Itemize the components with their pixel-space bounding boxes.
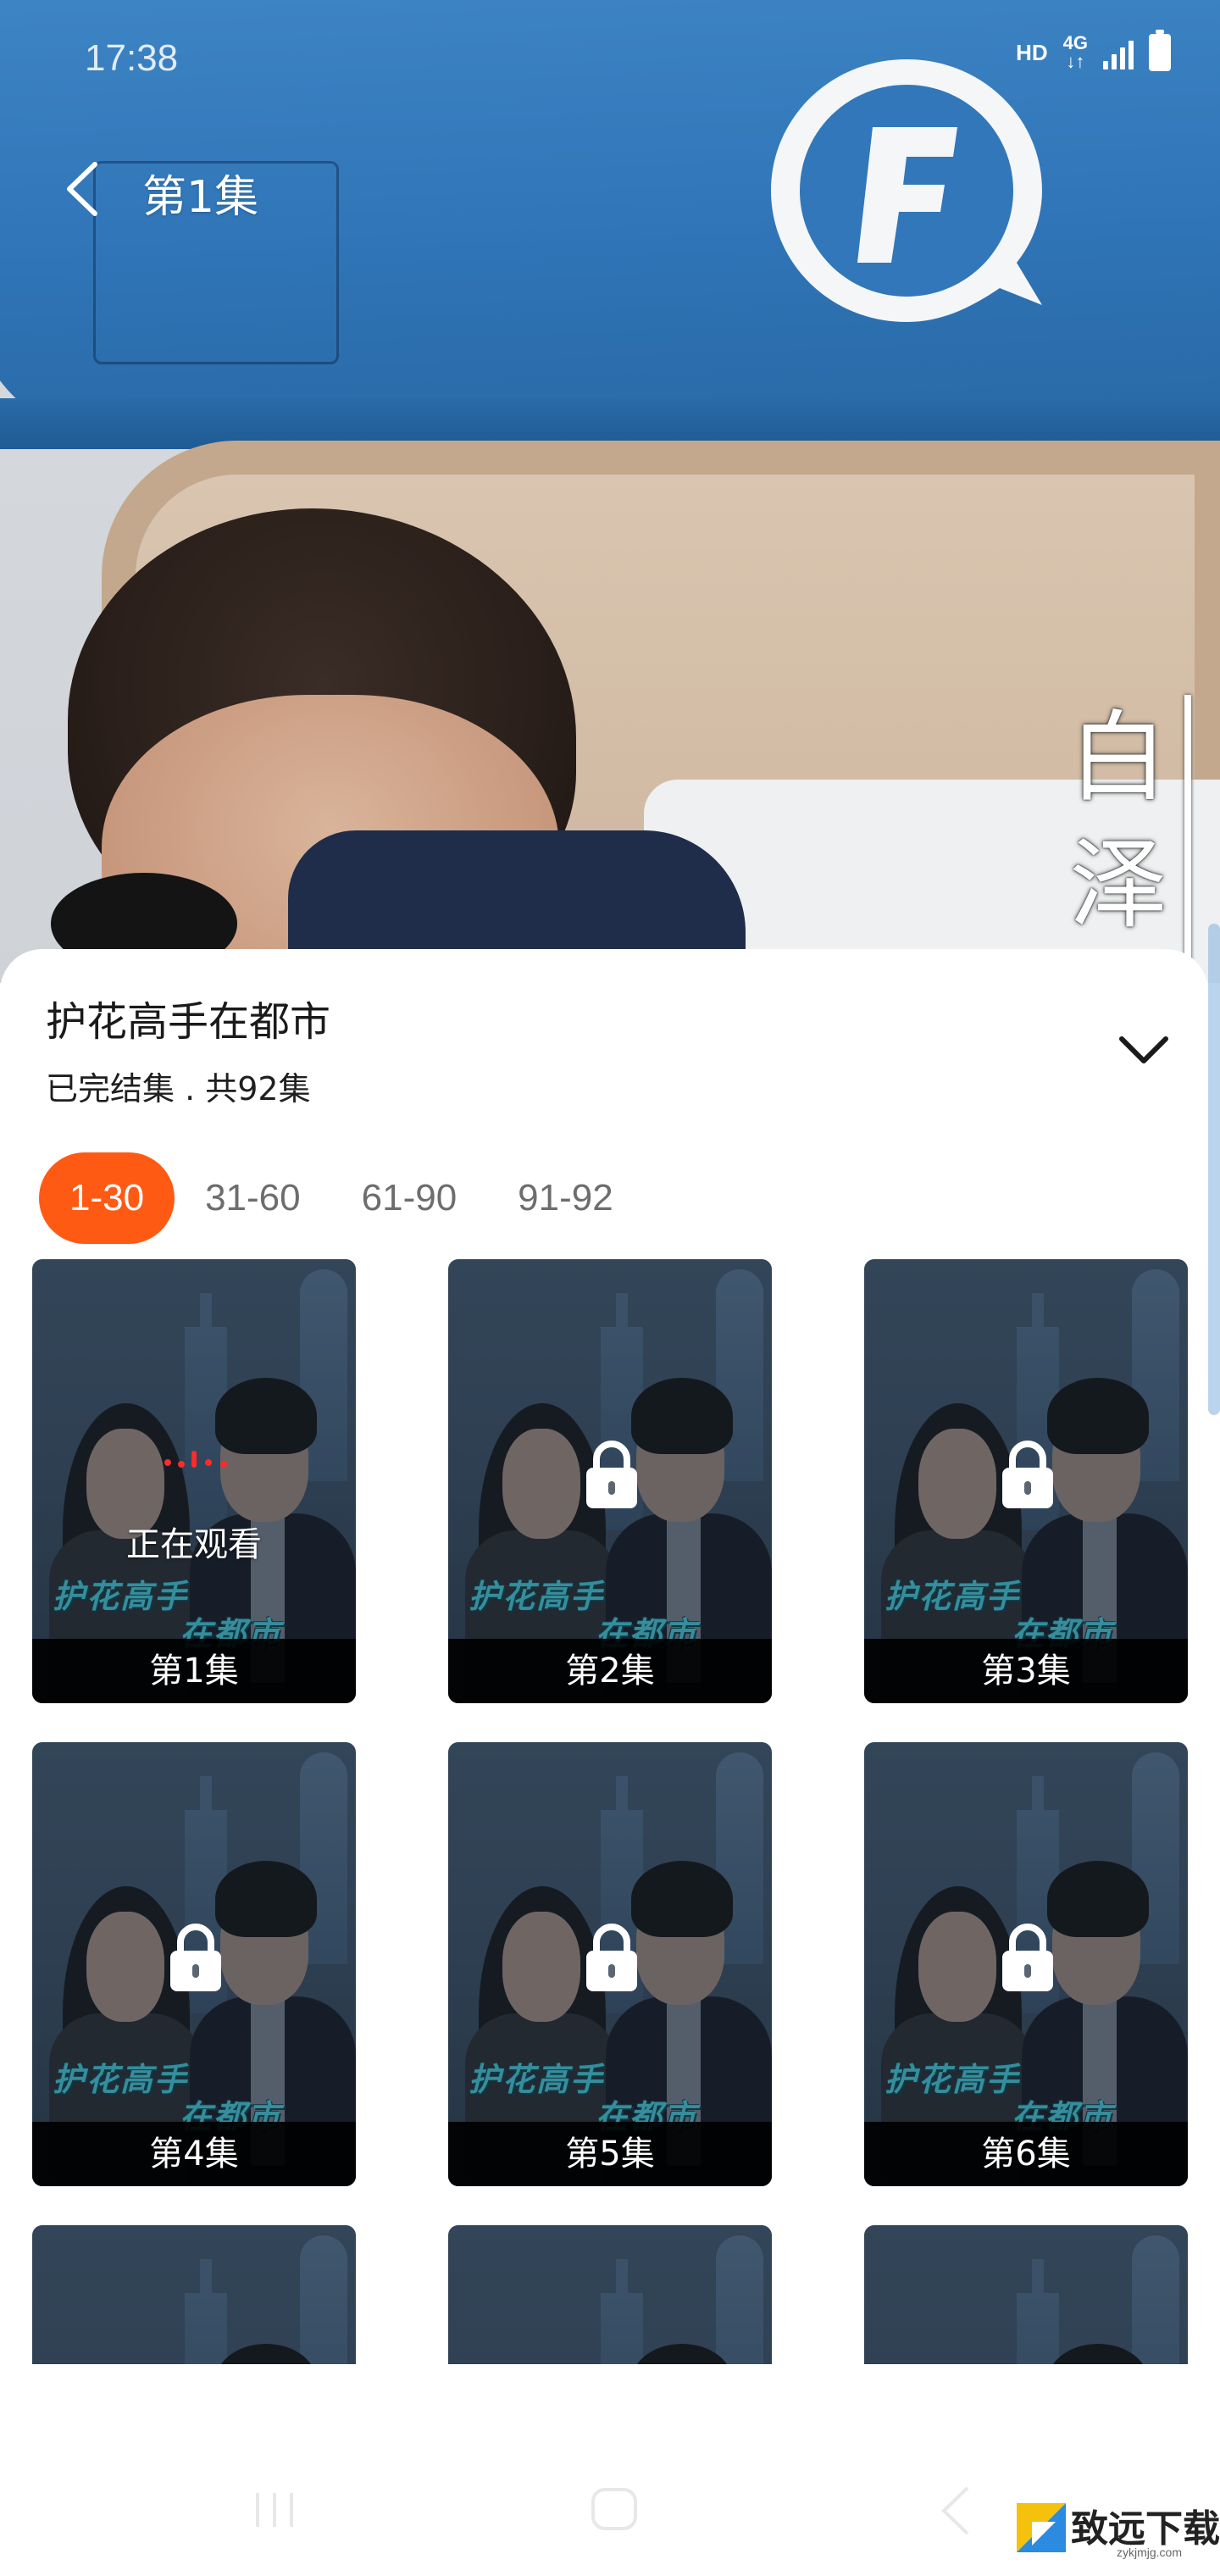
status-time: 17:38	[85, 37, 179, 79]
signal-icon	[1103, 36, 1134, 69]
episode-card[interactable]: 护花高手 在都市 第2集	[448, 1259, 772, 1703]
scroll-indicator[interactable]	[1208, 924, 1220, 1415]
lock-icon	[1002, 1924, 1053, 1991]
episode-label: 第1集	[32, 1639, 356, 1703]
video-side-subtitle: 白 泽	[1069, 701, 1167, 942]
episode-card[interactable]: 护花高手 在都市 第3集	[864, 1259, 1188, 1703]
episode-label: 第2集	[448, 1639, 772, 1703]
episode-label: 第4集	[32, 2122, 356, 2186]
watermark-text: 致远下载	[1071, 2507, 1220, 2551]
video-side-divider	[1184, 695, 1191, 983]
watermark-logo: 致远下载 zykjmjg.com	[1008, 2491, 1220, 2568]
hd-badge: HD	[1016, 39, 1048, 65]
episode-card[interactable]: 护花高手 在都市 正在观看 第1集	[32, 1259, 356, 1703]
network-arrows-icon: ↓↑	[1066, 51, 1085, 72]
episode-label: 第3集	[864, 1639, 1188, 1703]
recent-apps-icon[interactable]	[251, 2490, 302, 2530]
lock-icon	[170, 1924, 221, 1991]
status-icons: HD 4G ↓↑	[1016, 30, 1171, 72]
now-watching-label: 正在观看	[126, 1525, 262, 1564]
episode-sheet: 护花高手在都市 已完结集 . 共92集 1-30 31-60 61-90 91-…	[0, 949, 1208, 2576]
episode-card[interactable]: 护花高手 在都市 第6集	[864, 1742, 1188, 2186]
battery-icon	[1149, 30, 1171, 71]
drama-meta: 已完结集 . 共92集	[46, 1070, 311, 1108]
episode-card[interactable]: 护花高手 在都市 第5集	[448, 1742, 772, 2186]
watermark-url: zykjmjg.com	[1117, 2545, 1183, 2559]
tab-range-91-92[interactable]: 91-92	[487, 1152, 644, 1244]
episode-label: 第6集	[864, 2122, 1188, 2186]
status-bar: 17:38 HD 4G ↓↑	[0, 0, 1220, 119]
nav-back-icon[interactable]	[939, 2484, 973, 2537]
home-icon[interactable]	[588, 2484, 640, 2534]
watermark-icon	[1017, 2503, 1066, 2552]
episode-card[interactable]: 护花高手 在都市 第4集	[32, 1742, 356, 2186]
back-arrow-icon[interactable]	[59, 159, 110, 219]
episode-title: 第1集	[142, 172, 259, 223]
network-type: 4G ↓↑	[1062, 32, 1088, 72]
playing-indicator-icon	[164, 1451, 227, 1468]
tab-range-31-60[interactable]: 31-60	[175, 1152, 331, 1244]
episode-label: 第5集	[448, 2122, 772, 2186]
episode-range-tabs: 1-30 31-60 61-90 91-92	[39, 1152, 644, 1244]
lock-icon	[1002, 1441, 1053, 1508]
video-player[interactable]: 白 泽	[0, 0, 1220, 983]
drama-title: 护花高手在都市	[46, 998, 331, 1046]
chevron-down-icon[interactable]	[1117, 1029, 1171, 1069]
lock-icon	[586, 1924, 637, 1991]
lock-icon	[586, 1441, 637, 1508]
tab-range-61-90[interactable]: 61-90	[331, 1152, 488, 1244]
cover-overlay	[32, 1259, 356, 1703]
tab-range-1-30[interactable]: 1-30	[39, 1152, 175, 1244]
